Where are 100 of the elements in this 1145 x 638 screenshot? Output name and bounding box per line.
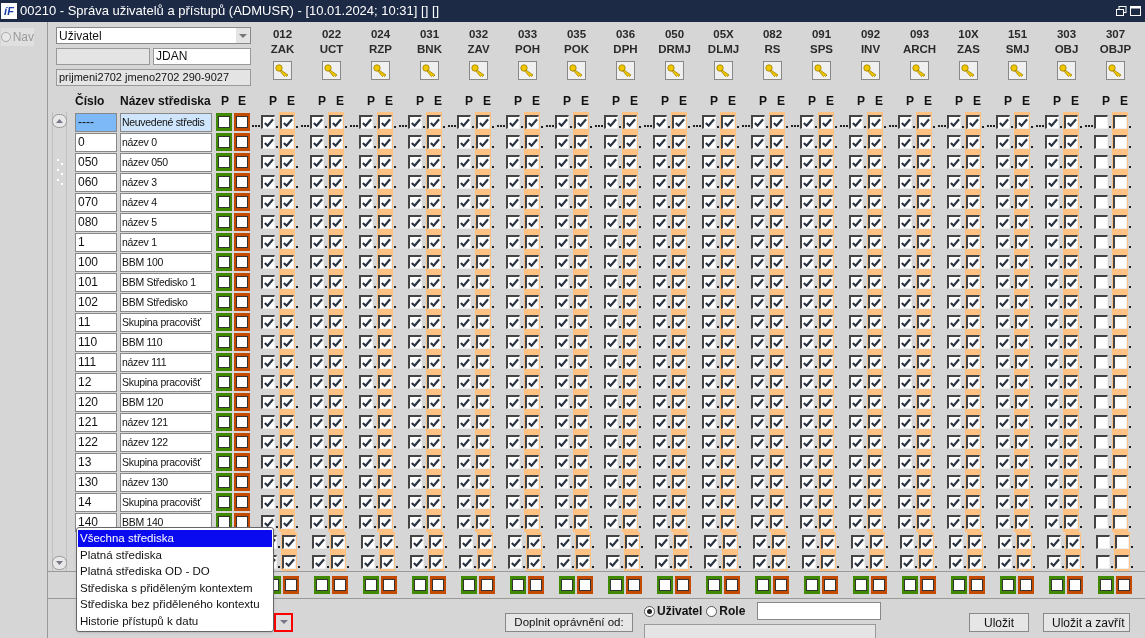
name-field[interactable]: Skupina pracovišť bbox=[120, 452, 212, 472]
name-field[interactable]: Neuvedené středis bbox=[120, 112, 212, 132]
key-icon bbox=[520, 64, 534, 77]
ellipsis-mark bbox=[692, 125, 701, 127]
ellipsis-mark bbox=[594, 125, 603, 127]
number-field[interactable]: ---- bbox=[75, 112, 117, 132]
key-button[interactable] bbox=[714, 61, 733, 80]
column-number: 05X bbox=[713, 27, 734, 42]
number-field[interactable]: 102 bbox=[75, 292, 117, 312]
key-button[interactable] bbox=[1008, 61, 1027, 80]
name-field[interactable]: název 121 bbox=[120, 412, 212, 432]
name-field[interactable]: název 5 bbox=[120, 212, 212, 232]
column-header: P bbox=[1101, 93, 1111, 110]
menu-item[interactable]: Střediska s přiděleným kontextem bbox=[78, 579, 272, 596]
scroll-up-button[interactable] bbox=[52, 114, 67, 128]
name-field[interactable]: Skupina pracovišť bbox=[120, 372, 212, 392]
column-number: 303 bbox=[1056, 27, 1077, 42]
number-field[interactable]: 100 bbox=[75, 252, 117, 272]
number-field[interactable]: 12 bbox=[75, 372, 117, 392]
name-field[interactable]: název 0 bbox=[120, 132, 212, 152]
column-code: UCT bbox=[319, 42, 344, 57]
input-field[interactable] bbox=[56, 48, 150, 65]
save-button[interactable]: Uložit bbox=[969, 613, 1029, 632]
ellipsis-mark bbox=[888, 125, 897, 127]
number-field[interactable]: 111 bbox=[75, 352, 117, 372]
key-button[interactable] bbox=[812, 61, 831, 80]
key-button[interactable] bbox=[371, 61, 390, 80]
column-number: 050 bbox=[664, 27, 685, 42]
key-button[interactable] bbox=[420, 61, 439, 80]
column-number: 307 bbox=[1105, 27, 1126, 42]
column-header: E bbox=[1070, 93, 1080, 110]
name-field[interactable]: název 1 bbox=[120, 232, 212, 252]
column-code: OBJ bbox=[1054, 42, 1079, 57]
key-button[interactable] bbox=[469, 61, 488, 80]
dropdown-button[interactable] bbox=[274, 613, 293, 632]
number-field[interactable]: 070 bbox=[75, 192, 117, 212]
ellipsis-mark bbox=[839, 125, 848, 127]
key-button[interactable] bbox=[763, 61, 782, 80]
number-field[interactable]: 0 bbox=[75, 132, 117, 152]
number-field[interactable]: 11 bbox=[75, 312, 117, 332]
name-field[interactable]: název 130 bbox=[120, 472, 212, 492]
input-field[interactable] bbox=[757, 602, 882, 620]
name-field[interactable]: BBM Středisko bbox=[120, 292, 212, 312]
key-button[interactable] bbox=[1106, 61, 1125, 80]
key-button[interactable] bbox=[616, 61, 635, 80]
scroll-grip-icon[interactable] bbox=[56, 157, 63, 187]
ellipsis-mark bbox=[790, 125, 799, 127]
number-field[interactable]: 110 bbox=[75, 332, 117, 352]
key-button[interactable] bbox=[322, 61, 341, 80]
number-field[interactable]: 080 bbox=[75, 212, 117, 232]
radio-button[interactable] bbox=[644, 605, 655, 617]
restore-icon[interactable] bbox=[1116, 6, 1127, 16]
menu-item[interactable]: Platná střediska bbox=[78, 546, 272, 563]
key-button[interactable] bbox=[665, 61, 684, 80]
column-code: DRMJ bbox=[658, 42, 691, 57]
key-button[interactable] bbox=[910, 61, 929, 80]
number-field[interactable]: 101 bbox=[75, 272, 117, 292]
menu-item[interactable]: Všechna střediska bbox=[78, 530, 272, 547]
number-field[interactable]: 1 bbox=[75, 232, 117, 252]
name-field[interactable]: název 4 bbox=[120, 192, 212, 212]
column-number: 035 bbox=[566, 27, 587, 42]
number-field[interactable]: 060 bbox=[75, 172, 117, 192]
ellipsis-mark bbox=[1084, 125, 1093, 127]
number-field[interactable]: 130 bbox=[75, 472, 117, 492]
name-field[interactable]: BBM 120 bbox=[120, 392, 212, 412]
save-close-button[interactable]: Uložit a zavřít bbox=[1043, 613, 1130, 632]
number-field[interactable]: 13 bbox=[75, 452, 117, 472]
name-field[interactable]: BBM 110 bbox=[120, 332, 212, 352]
name-field[interactable]: název 050 bbox=[120, 152, 212, 172]
name-field[interactable]: BBM 100 bbox=[120, 252, 212, 272]
key-button[interactable] bbox=[959, 61, 978, 80]
column-number: 093 bbox=[909, 27, 930, 42]
key-button[interactable] bbox=[861, 61, 880, 80]
menu-item[interactable]: Historie přístupů k datu bbox=[78, 612, 272, 629]
radio-button[interactable] bbox=[706, 605, 718, 617]
fill-from-button[interactable]: Doplnit oprávnění od: bbox=[505, 613, 633, 632]
key-button[interactable] bbox=[518, 61, 537, 80]
scroll-down-button[interactable] bbox=[52, 556, 67, 570]
number-field[interactable]: 121 bbox=[75, 412, 117, 432]
key-button[interactable] bbox=[273, 61, 292, 80]
menu-item[interactable]: Střediska bez přiděleného kontextu bbox=[78, 596, 272, 613]
maximize-icon[interactable] bbox=[1130, 6, 1141, 16]
number-field[interactable]: 050 bbox=[75, 152, 117, 172]
number-field[interactable]: 122 bbox=[75, 432, 117, 452]
key-icon bbox=[961, 64, 975, 77]
name-field[interactable]: název 3 bbox=[120, 172, 212, 192]
code-field[interactable]: JDAN bbox=[153, 48, 251, 65]
type-dropdown[interactable]: Uživatel bbox=[56, 27, 251, 44]
number-field[interactable]: 14 bbox=[75, 492, 117, 512]
name-field[interactable]: název 122 bbox=[120, 432, 212, 452]
column-header: E bbox=[678, 93, 688, 110]
key-button[interactable] bbox=[1057, 61, 1076, 80]
name-field[interactable]: Skupina pracovišť bbox=[120, 492, 212, 512]
name-field[interactable]: název 111 bbox=[120, 352, 212, 372]
column-header: P bbox=[562, 93, 572, 110]
name-field[interactable]: Skupina pracovišť bbox=[120, 312, 212, 332]
key-button[interactable] bbox=[567, 61, 586, 80]
menu-item[interactable]: Platná střediska OD - DO bbox=[78, 563, 272, 580]
name-field[interactable]: BBM Středisko 1 bbox=[120, 272, 212, 292]
number-field[interactable]: 120 bbox=[75, 392, 117, 412]
